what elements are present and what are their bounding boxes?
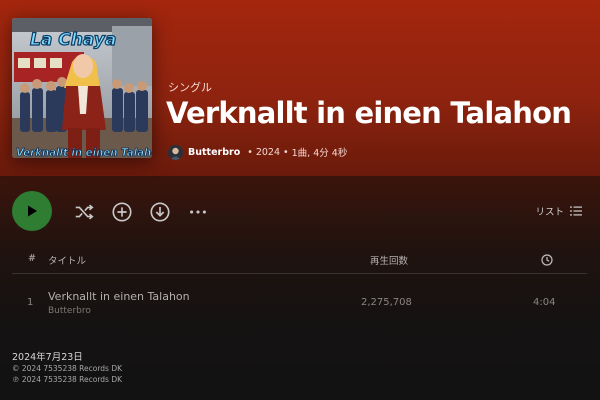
- release-date: 2024年7月23日: [12, 352, 83, 363]
- more-options-button[interactable]: [187, 201, 209, 223]
- view-mode-toggle[interactable]: リスト: [535, 204, 582, 218]
- clock-icon: [541, 254, 553, 266]
- add-to-library-button[interactable]: [111, 201, 133, 223]
- add-circle-icon: [112, 202, 132, 222]
- track-duration: 4:04: [533, 297, 556, 308]
- list-icon: [570, 206, 582, 216]
- play-icon: [28, 205, 37, 217]
- album-cover[interactable]: La Chaya Verknallt in einen Talahon: [12, 18, 152, 158]
- meta-separator: •: [247, 146, 253, 158]
- column-header-index: #: [28, 253, 36, 264]
- column-header-duration: [541, 254, 553, 269]
- track-artist[interactable]: Butterbro: [48, 306, 91, 316]
- shuffle-icon: [75, 204, 94, 220]
- cover-bottom-text: Verknallt in einen Talahon: [16, 148, 152, 158]
- column-header-title: タイトル: [48, 256, 87, 267]
- release-year: 2024: [255, 146, 281, 158]
- release-meta: Butterbro • 2024 • 1曲, 4分 4秒: [168, 144, 347, 160]
- download-icon: [150, 202, 170, 222]
- table-header-divider: [12, 273, 587, 274]
- cover-top-text: La Chaya: [30, 30, 116, 50]
- column-header-plays: 再生回数: [370, 256, 409, 267]
- page-title: Verknallt in einen Talahon: [166, 96, 572, 130]
- play-button[interactable]: [12, 191, 52, 231]
- phonographic-copyright-text: ℗ 2024 7535238 Records DK: [12, 375, 123, 384]
- track-index: 1: [27, 297, 34, 308]
- copyright-text: © 2024 7535238 Records DK: [12, 364, 123, 373]
- track-title[interactable]: Verknallt in einen Talahon: [48, 290, 190, 303]
- download-button[interactable]: [149, 201, 171, 223]
- more-icon: [190, 210, 206, 214]
- view-mode-label: リスト: [535, 207, 564, 218]
- shuffle-button[interactable]: [73, 201, 95, 223]
- meta-separator: •: [283, 146, 289, 158]
- release-type-label: シングル: [168, 81, 212, 94]
- artist-avatar[interactable]: [168, 144, 183, 160]
- track-play-count: 2,275,708: [361, 297, 412, 308]
- release-summary: 1曲, 4分 4秒: [291, 148, 348, 159]
- artist-link[interactable]: Butterbro: [188, 147, 240, 158]
